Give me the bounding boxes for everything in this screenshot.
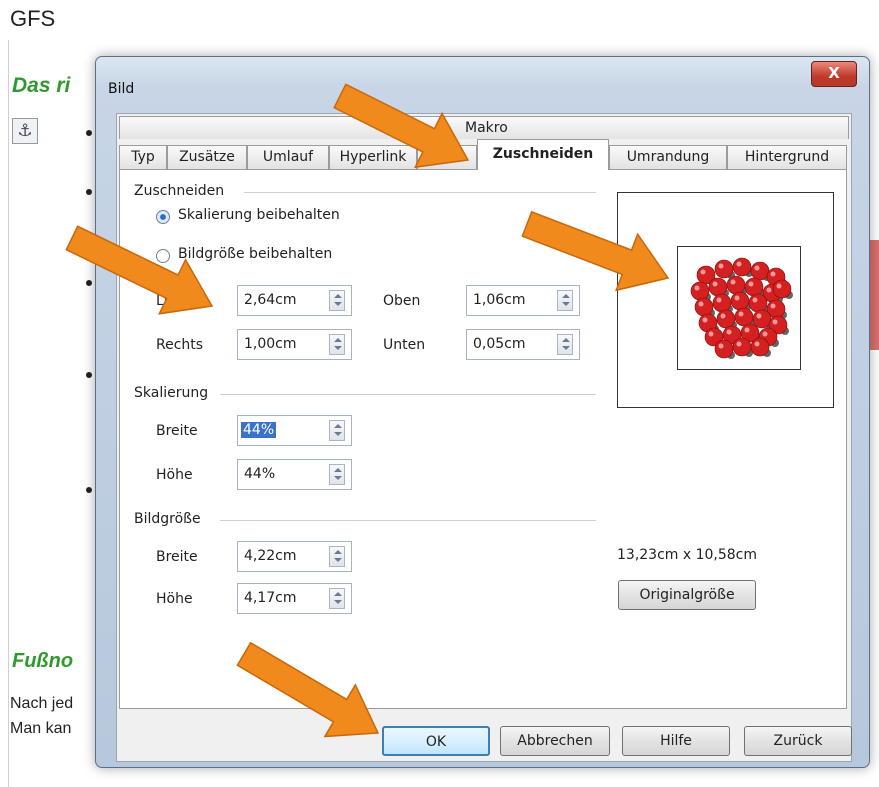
annotation-arrows	[65, 83, 670, 738]
arrow-to-preview	[521, 210, 670, 292]
arrow-to-left-field	[65, 225, 214, 315]
arrow-to-crop-tab	[333, 83, 470, 169]
tab-zuschneiden[interactable]: Zuschneiden	[477, 139, 609, 170]
arrow-to-ok-button	[236, 641, 380, 738]
